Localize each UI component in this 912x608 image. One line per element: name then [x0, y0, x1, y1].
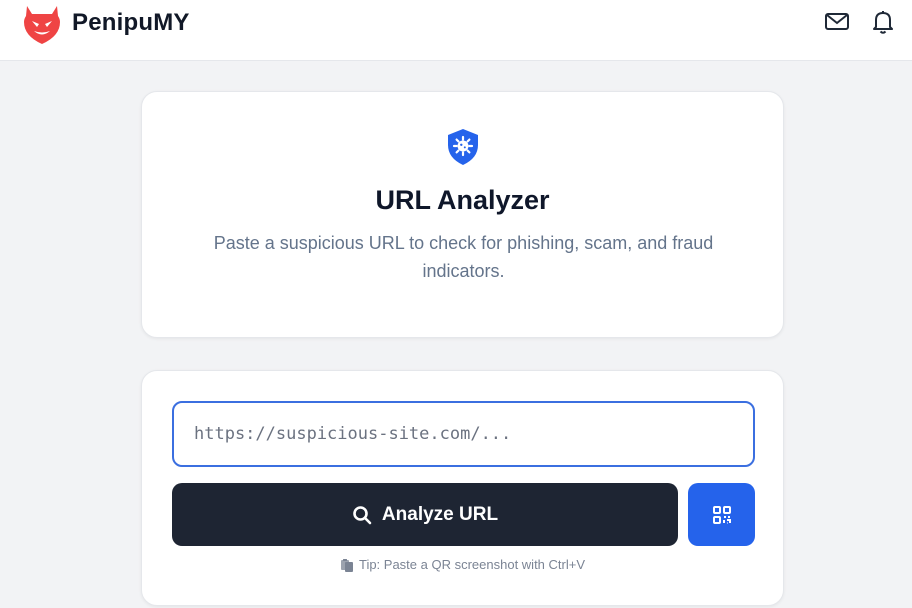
- mail-icon[interactable]: [824, 9, 850, 35]
- analyze-url-button[interactable]: Analyze URL: [172, 483, 678, 546]
- devil-shield-icon[interactable]: [20, 3, 64, 45]
- url-form-card: Analyze URL Tip: Paste a QR screenshot w…: [141, 370, 784, 606]
- paste-icon: [340, 558, 354, 572]
- analyze-url-label: Analyze URL: [381, 503, 499, 525]
- url-input[interactable]: [172, 401, 755, 467]
- qr-code-icon: [712, 505, 732, 525]
- search-icon: [352, 505, 372, 525]
- page-title: URL Analyzer: [375, 185, 550, 215]
- brand-name[interactable]: PenipuMY: [72, 9, 190, 37]
- paste-tip: Tip: Paste a QR screenshot with Ctrl+V: [142, 557, 783, 572]
- tip-text: Tip: Paste a QR screenshot with Ctrl+V: [358, 557, 586, 572]
- qr-scan-button[interactable]: [688, 483, 755, 546]
- shield-virus-icon: [444, 127, 482, 167]
- top-header: PenipuMY: [0, 0, 912, 61]
- analyzer-intro-card: URL Analyzer Paste a suspicious URL to c…: [141, 91, 784, 338]
- bell-icon[interactable]: [870, 9, 896, 35]
- page-subtitle: Paste a suspicious URL to check for phis…: [213, 233, 714, 281]
